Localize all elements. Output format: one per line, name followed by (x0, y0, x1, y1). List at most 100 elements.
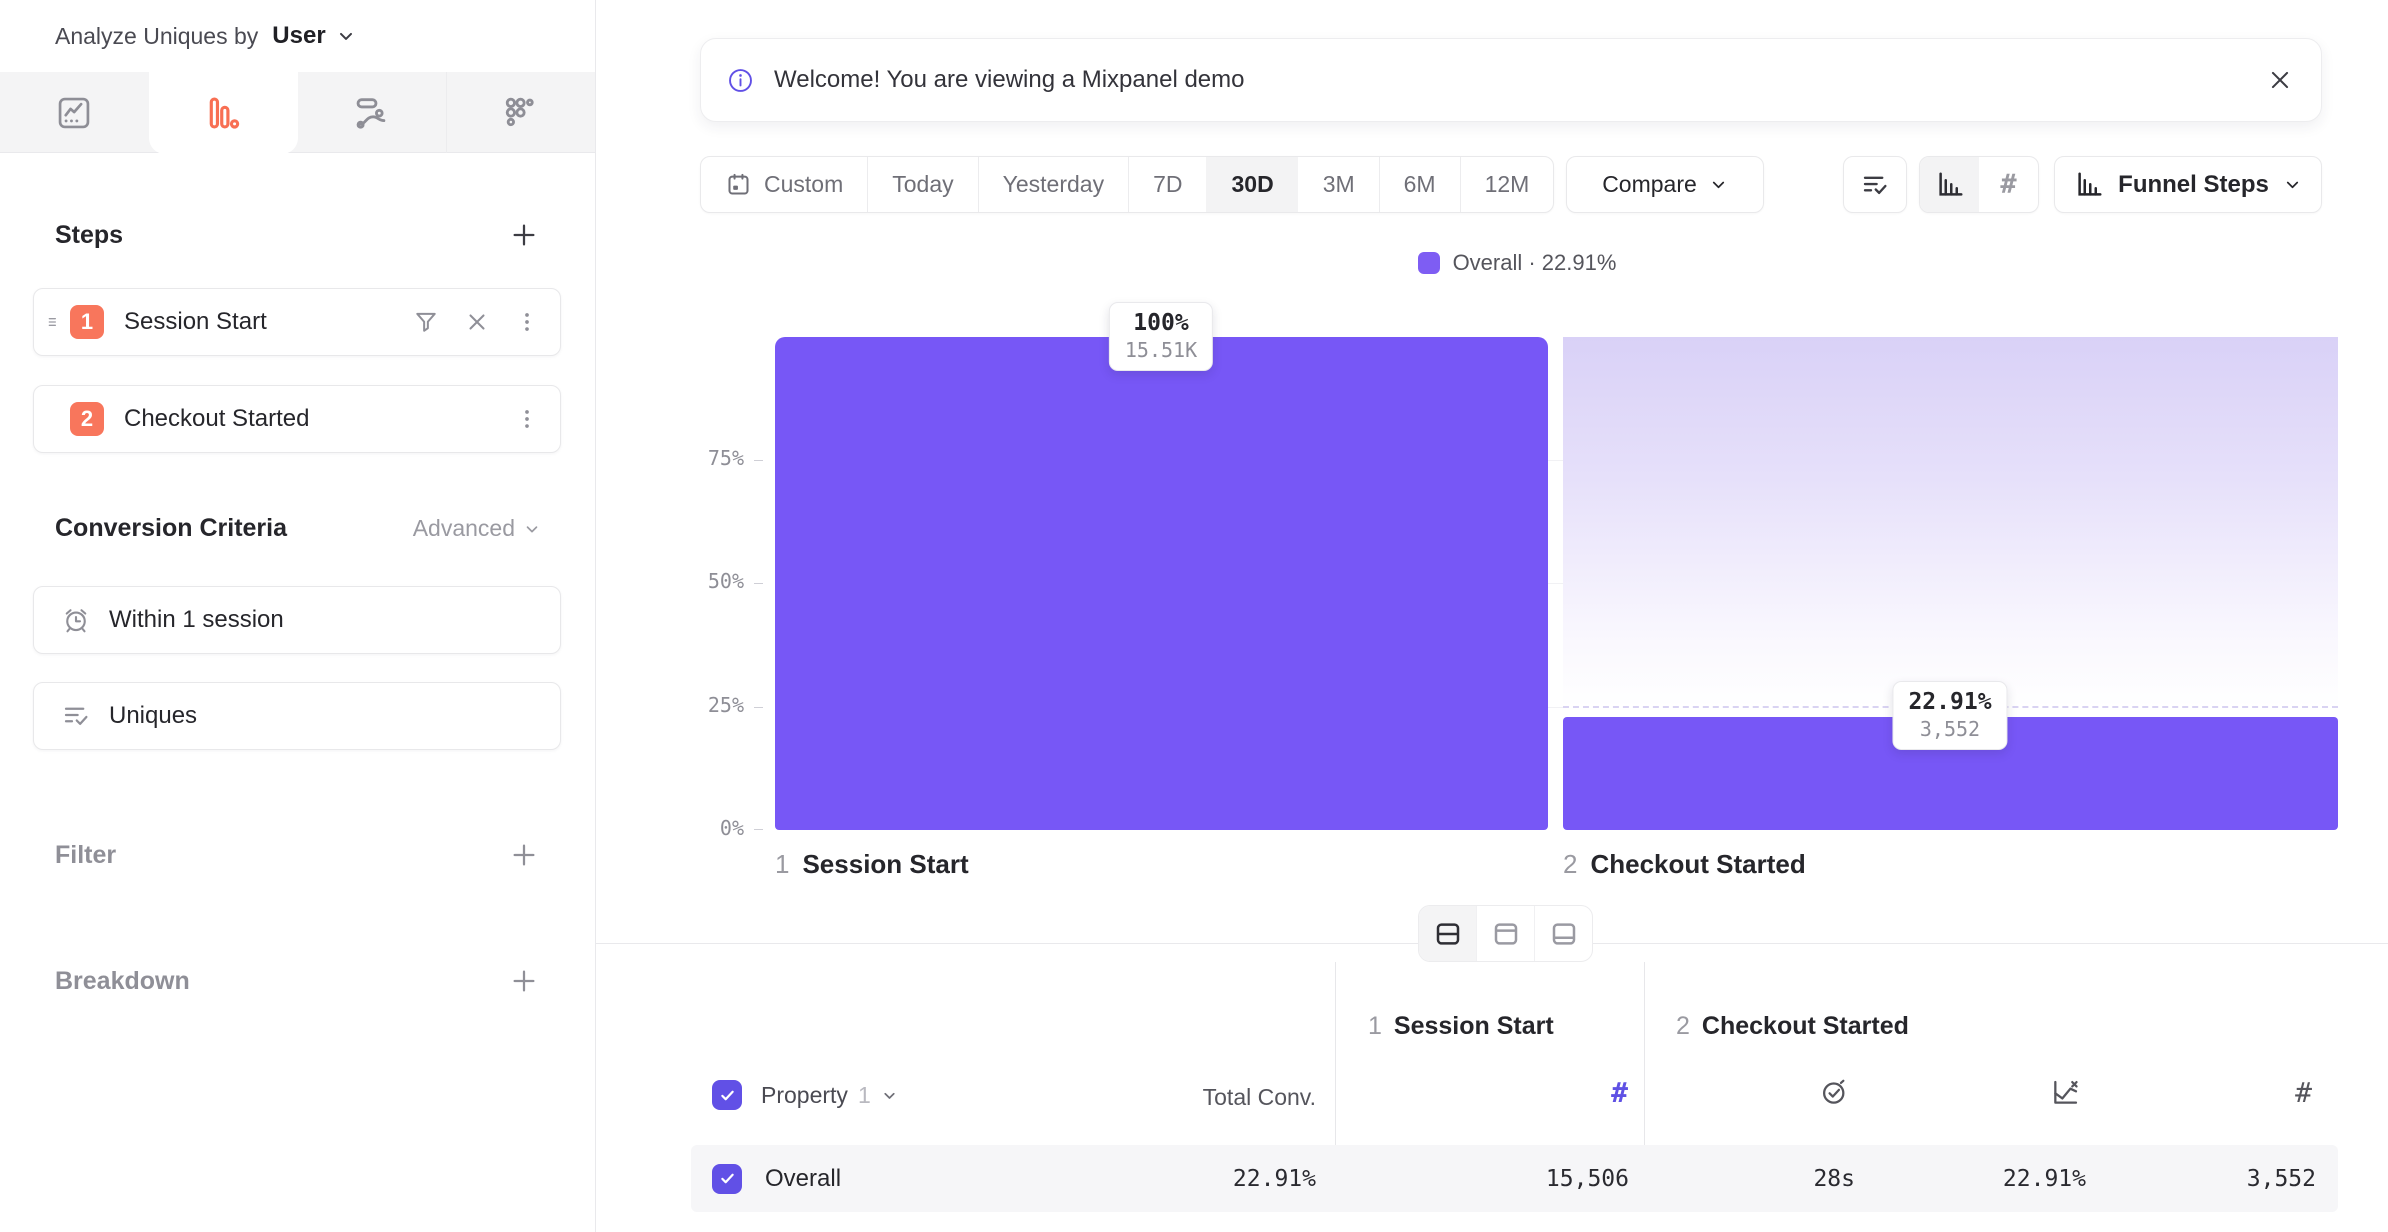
funnel-chart: 75% 50% 25% 0% 100% 15.51K 22.91% 3,552 (696, 337, 2338, 830)
legend-label: Overall · 22.91% (1453, 250, 1617, 276)
conversion-window-value[interactable]: Within 1 session (109, 606, 284, 634)
x-axis-step-2: 2 Checkout Started (1563, 849, 1806, 880)
filter-section-header: Filter (55, 838, 541, 872)
hashtag-icon: # (2000, 169, 2016, 200)
select-all-checkbox[interactable] (712, 1080, 742, 1110)
demo-welcome-banner: Welcome! You are viewing a Mixpanel demo (700, 38, 2322, 122)
date-range-3m[interactable]: 3M (1298, 157, 1379, 212)
report-type-tabs (0, 72, 595, 153)
uniques-list-check-icon (1860, 170, 1890, 200)
step-number-badge: 1 (70, 305, 104, 339)
steps-section-header: Steps (55, 218, 541, 252)
layout-split-option[interactable] (1419, 906, 1476, 961)
cell-step2-avg-time: 28s (1813, 1145, 1855, 1212)
step-row-1[interactable]: 1 Session Start (33, 288, 561, 356)
filter-title: Filter (55, 841, 116, 870)
bar-percent: 100% (1125, 310, 1197, 336)
conversion-criteria-title: Conversion Criteria (55, 514, 287, 543)
row-name: Overall (765, 1145, 841, 1212)
property-dropdown[interactable]: Property 1 (761, 1082, 898, 1109)
alarm-clock-icon (61, 605, 91, 635)
y-axis-tick: 25% (696, 693, 744, 718)
advanced-label: Advanced (413, 515, 515, 542)
funnels-icon (204, 94, 242, 132)
count-metric-icon-selected[interactable]: # (1611, 1076, 1628, 1109)
chart-legend: Overall · 22.91% (696, 250, 2338, 276)
date-range-6m[interactable]: 6M (1379, 157, 1460, 212)
flows-icon (353, 94, 391, 132)
breakdown-section-header: Breakdown (55, 964, 541, 998)
step-event-name[interactable]: Session Start (124, 308, 412, 336)
step-options-icon[interactable] (514, 309, 540, 335)
date-range-12m[interactable]: 12M (1460, 157, 1554, 212)
funnels-report-page: Analyze Uniques by User (0, 0, 2388, 1232)
banner-message: Welcome! You are viewing a Mixpanel demo (774, 66, 2267, 94)
tab-funnels[interactable] (149, 72, 298, 154)
legend-swatch (1418, 252, 1440, 274)
funnel-bar-session-start[interactable] (775, 337, 1548, 830)
bar-count: 15.51K (1125, 338, 1197, 362)
chart-view-dropdown[interactable]: Funnel Steps (2054, 156, 2322, 213)
count-metric-icon[interactable]: # (2295, 1076, 2312, 1109)
add-filter-button[interactable] (507, 838, 541, 872)
analyze-label: Analyze Uniques by (55, 23, 258, 50)
tab-insights[interactable] (0, 72, 149, 153)
calendar-icon (725, 171, 752, 198)
value-format-toggle: # (1919, 156, 2039, 213)
retention-icon (502, 94, 540, 132)
absolute-numbers-option[interactable]: # (1979, 157, 2038, 212)
chevron-down-icon (336, 26, 356, 46)
date-range-today[interactable]: Today (867, 157, 977, 212)
step-options-icon[interactable] (514, 406, 540, 432)
advanced-dropdown[interactable]: Advanced (413, 515, 541, 542)
step-row-2[interactable]: 2 Checkout Started (33, 385, 561, 453)
filter-step-icon[interactable] (412, 308, 440, 336)
drag-handle-icon[interactable] (46, 314, 64, 330)
date-range-30d-selected[interactable]: 30D (1206, 157, 1297, 212)
counting-method-value[interactable]: Uniques (109, 702, 197, 730)
tab-retention[interactable] (446, 72, 595, 153)
tab-flows[interactable] (298, 72, 447, 153)
sidebar: Analyze Uniques by User (0, 0, 596, 1232)
date-range-yesterday[interactable]: Yesterday (978, 157, 1128, 212)
conversion-window-card[interactable]: Within 1 session (33, 586, 561, 654)
compare-dropdown[interactable]: Compare (1566, 156, 1764, 213)
analyze-header: Analyze Uniques by User (0, 0, 595, 72)
table-row-overall[interactable]: Overall 22.91% 15,506 28s 22.91% 3,552 (691, 1145, 2338, 1212)
counting-toggle-button[interactable] (1843, 156, 1907, 213)
steps-title: Steps (55, 221, 123, 250)
cell-step2-count: 3,552 (2247, 1145, 2316, 1212)
add-step-button[interactable] (507, 218, 541, 252)
bar-value-tooltip: 22.91% 3,552 (1892, 681, 2007, 750)
breakdown-title: Breakdown (55, 967, 190, 996)
bar-chart-icon (1935, 170, 1965, 200)
bar-percent: 22.91% (1908, 689, 1991, 715)
date-range-picker: Custom Today Yesterday 7D 30D 3M 6M 12M (700, 156, 1554, 213)
y-axis-tick: 75% (696, 446, 744, 471)
conversion-rate-metric-icon[interactable] (2050, 1076, 2082, 1108)
date-range-7d[interactable]: 7D (1128, 157, 1206, 212)
counting-method-card[interactable]: Uniques (33, 682, 561, 750)
percent-bars-option[interactable] (1920, 157, 1979, 212)
layout-table-only-option[interactable] (1534, 906, 1592, 961)
remove-step-icon[interactable] (464, 309, 490, 335)
cell-step1-count: 15,506 (1546, 1145, 1629, 1212)
analyze-entity-dropdown[interactable]: User (272, 22, 325, 50)
bar-count: 3,552 (1908, 717, 1991, 741)
step-event-name[interactable]: Checkout Started (124, 405, 514, 433)
insights-icon (55, 94, 93, 132)
date-range-label: Custom (764, 171, 843, 198)
compare-label: Compare (1602, 171, 1697, 198)
row-checkbox[interactable] (712, 1164, 742, 1194)
x-axis-step-1: 1 Session Start (775, 849, 969, 880)
cell-total-conv: 22.91% (1233, 1145, 1316, 1212)
y-axis-tick: 50% (696, 569, 744, 594)
panel-layout-toggle (1418, 905, 1593, 962)
date-range-custom[interactable]: Custom (701, 157, 867, 212)
layout-chart-only-option[interactable] (1476, 906, 1534, 961)
add-breakdown-button[interactable] (507, 964, 541, 998)
close-icon[interactable] (2267, 67, 2293, 93)
avg-time-metric-icon[interactable] (1818, 1076, 1850, 1108)
total-conv-header: Total Conv. (1203, 1084, 1316, 1111)
property-label: Property (761, 1082, 848, 1109)
